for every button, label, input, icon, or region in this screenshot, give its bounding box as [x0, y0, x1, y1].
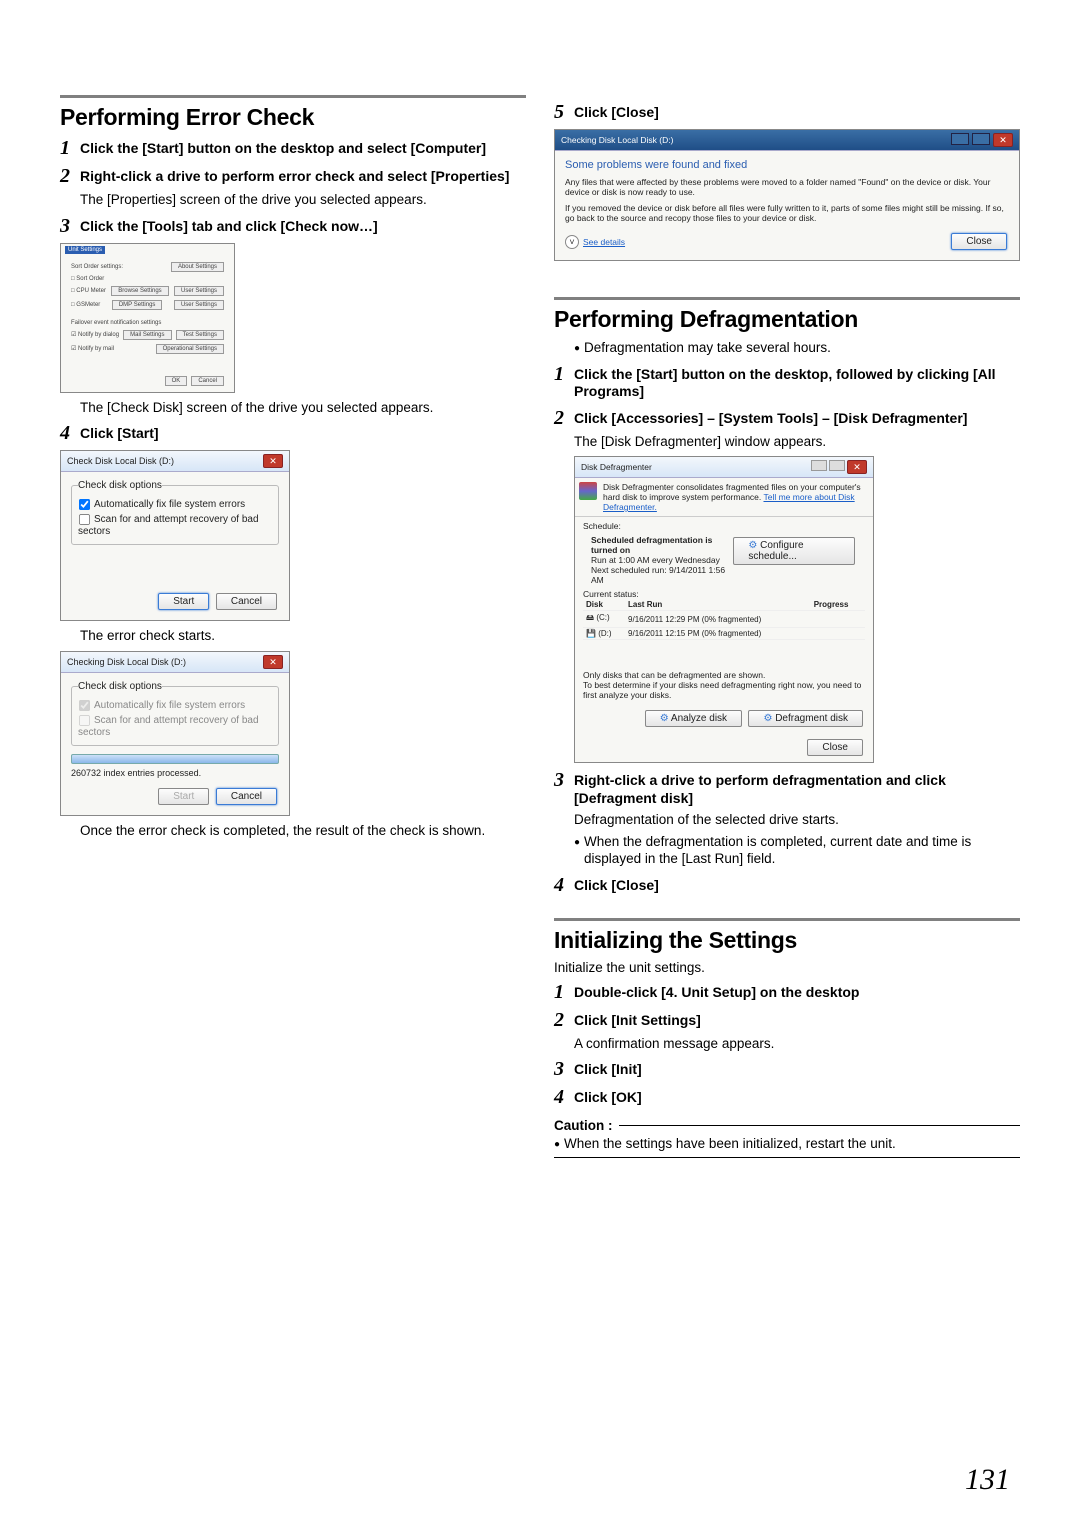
step-text: Click [Accessories] – [System Tools] – [… [574, 407, 967, 428]
start-button: Start [158, 788, 209, 805]
bullet-text: Defragmentation may take several hours. [574, 339, 1020, 357]
analyze-button[interactable]: ⚙ Analyze disk [645, 710, 742, 727]
step-text: Click the [Start] button on the desktop … [80, 137, 486, 158]
status-text: 260732 index entries processed. [71, 768, 279, 778]
step-text: Click [Close] [574, 874, 659, 895]
step-text: Click the [Tools] tab and click [Check n… [80, 215, 378, 236]
step-text: Right-click a drive to perform error che… [80, 165, 509, 186]
body-text: Once the error check is completed, the r… [80, 822, 526, 840]
current-status-label: Current status: [583, 589, 865, 599]
step-number: 3 [60, 215, 80, 237]
checkbox-auto-fix[interactable]: Automatically fix file system errors [78, 497, 272, 512]
note-text: Only disks that can be defragmented are … [583, 670, 865, 680]
close-icon[interactable]: ✕ [263, 655, 283, 669]
body-text: The [Disk Defragmenter] window appears. [574, 433, 1020, 451]
dialog-title: Checking Disk Local Disk (D:) [561, 135, 673, 145]
result-body: If you removed the device or disk before… [565, 203, 1009, 223]
bullet-text: When the defragmentation is completed, c… [574, 833, 1020, 868]
step-text: Click [Start] [80, 422, 159, 443]
schedule-label: Schedule: [583, 521, 865, 531]
cancel-button[interactable]: Cancel [216, 593, 277, 610]
close-button[interactable]: Close [807, 739, 863, 756]
ok-button[interactable]: OK [165, 376, 188, 386]
schedule-time: Run at 1:00 AM every Wednesday [591, 555, 731, 565]
fieldset-legend: Check disk options [78, 681, 162, 692]
body-text: The [Check Disk] screen of the drive you… [80, 399, 526, 417]
step-text: Click [Close] [574, 101, 659, 122]
see-details-toggle[interactable]: ˅See details [565, 235, 625, 249]
heading-initializing: Initializing the Settings [554, 927, 1020, 954]
page-number: 131 [965, 1463, 1010, 1497]
schedule-status: Scheduled defragmentation is turned on [591, 535, 731, 555]
heading-error-check: Performing Error Check [60, 104, 526, 131]
step-number: 4 [554, 874, 574, 896]
step-text: Click [OK] [574, 1086, 642, 1107]
step-text: Click [Init Settings] [574, 1009, 701, 1030]
checkbox-scan-recover[interactable]: Scan for and attempt recovery of bad sec… [78, 512, 272, 538]
step-number: 3 [554, 769, 574, 791]
close-icon[interactable]: ✕ [847, 460, 867, 474]
dialog-title: Checking Disk Local Disk (D:) [67, 657, 186, 667]
step-number: 2 [60, 165, 80, 187]
step-number: 3 [554, 1058, 574, 1080]
start-button[interactable]: Start [158, 593, 209, 610]
configure-schedule-button[interactable]: ⚙ Configure schedule... [733, 537, 855, 565]
checkbox-scan-recover: Scan for and attempt recovery of bad sec… [78, 713, 272, 739]
body-text: The [Properties] screen of the drive you… [80, 191, 526, 209]
table-row[interactable]: 🖴 (C:)9/16/2011 12:29 PM (0% fragmented) [583, 611, 865, 628]
figure-properties-dialog: Unit Settings Sort Order settings:About … [60, 243, 235, 393]
step-number: 4 [60, 422, 80, 444]
close-button[interactable]: Close [951, 233, 1007, 250]
figure-defragmenter-window: Disk Defragmenter ✕ Disk Defragmenter co… [574, 456, 874, 763]
figure-check-result-dialog: Checking Disk Local Disk (D:) ✕ Some pro… [554, 129, 1020, 261]
heading-defragmentation: Performing Defragmentation [554, 306, 1020, 333]
body-text: A confirmation message appears. [574, 1035, 1020, 1053]
step-number: 2 [554, 1009, 574, 1031]
step-number: 1 [554, 981, 574, 1003]
cancel-button[interactable]: Cancel [191, 376, 224, 386]
close-icon[interactable]: ✕ [993, 133, 1013, 147]
caution-text: When the settings have been initialized,… [554, 1135, 1020, 1153]
progress-bar [71, 754, 279, 764]
fieldset-legend: Check disk options [78, 480, 162, 491]
drive-table: DiskLast RunProgress 🖴 (C:)9/16/2011 12:… [583, 599, 865, 640]
dialog-title: Disk Defragmenter [581, 462, 652, 472]
step-text: Double-click [4. Unit Setup] on the desk… [574, 981, 859, 1002]
step-text: Click the [Start] button on the desktop,… [574, 363, 1020, 401]
step-number: 1 [554, 363, 574, 385]
note-text: To best determine if your disks need def… [583, 680, 865, 700]
intro-text: Initialize the unit settings. [554, 960, 1020, 975]
step-text: Right-click a drive to perform defragmen… [574, 769, 1020, 807]
schedule-next: Next scheduled run: 9/14/2011 1:56 AM [591, 565, 731, 585]
body-text: Defragmentation of the selected drive st… [574, 811, 1020, 829]
table-row[interactable]: 💾 (D:)9/16/2011 12:15 PM (0% fragmented) [583, 628, 865, 640]
figure-check-disk-dialog: Check Disk Local Disk (D:) ✕ Check disk … [60, 450, 290, 621]
caution-heading: Caution : [554, 1118, 1020, 1133]
step-number: 1 [60, 137, 80, 159]
step-number: 4 [554, 1086, 574, 1108]
step-number: 5 [554, 101, 574, 123]
defragment-button[interactable]: ⚙ Defragment disk [748, 710, 863, 727]
dialog-title: Check Disk Local Disk (D:) [67, 456, 174, 466]
close-icon[interactable]: ✕ [263, 454, 283, 468]
figure-checking-disk-dialog: Checking Disk Local Disk (D:) ✕ Check di… [60, 651, 290, 816]
checkbox-auto-fix: Automatically fix file system errors [78, 698, 272, 713]
step-number: 2 [554, 407, 574, 429]
step-text: Click [Init] [574, 1058, 642, 1079]
defrag-icon [579, 482, 597, 500]
result-body: Any files that were affected by these pr… [565, 177, 1009, 197]
cancel-button[interactable]: Cancel [216, 788, 277, 805]
body-text: The error check starts. [80, 627, 526, 645]
result-heading: Some problems were found and fixed [565, 159, 1009, 171]
